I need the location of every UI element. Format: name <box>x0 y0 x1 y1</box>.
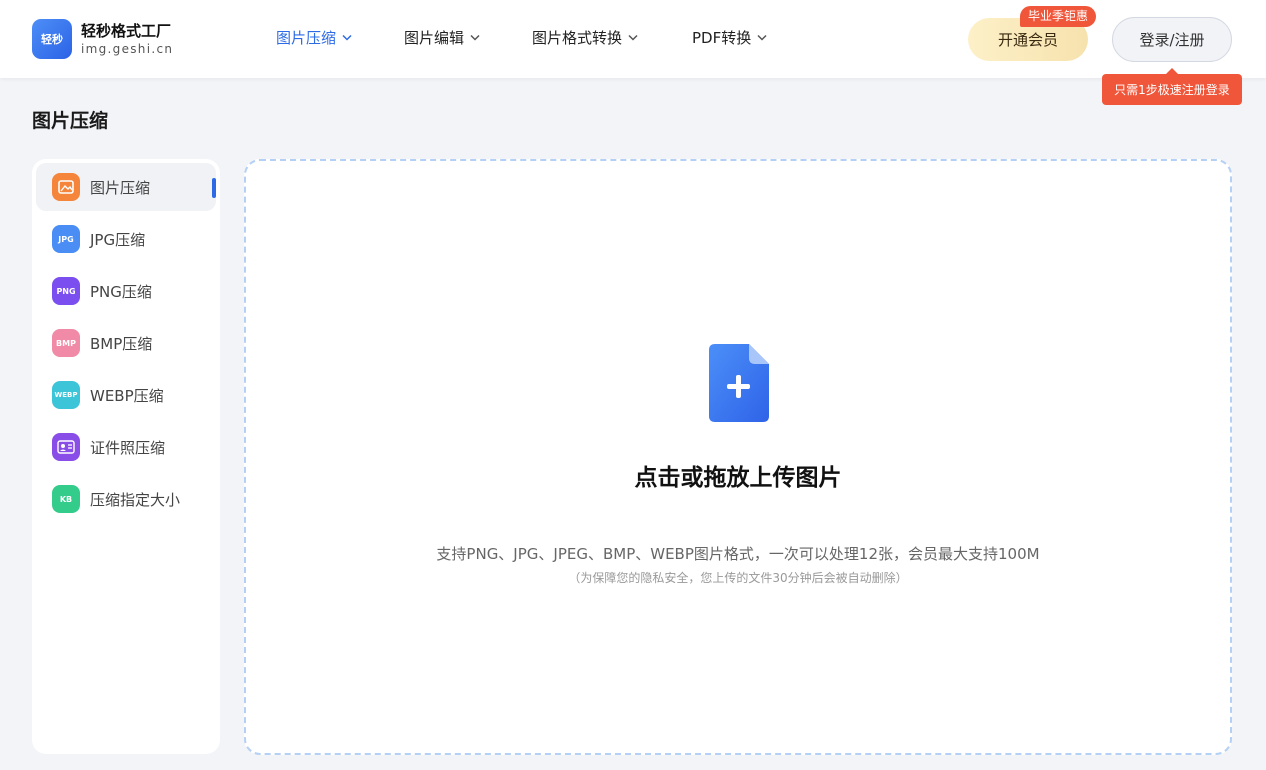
webp-compress-icon: WEBP <box>52 381 80 409</box>
nav-image-compress[interactable]: 图片压缩 <box>276 27 404 48</box>
chevron-down-icon <box>628 34 638 41</box>
sidebar-item-label: 压缩指定大小 <box>90 490 181 509</box>
promo-badge: 毕业季钜惠 <box>1020 6 1097 27</box>
sidebar-item-label: WEBP压缩 <box>90 386 164 405</box>
sidebar-item-image-compress[interactable]: 图片压缩 <box>36 163 216 211</box>
sidebar-item-webp-compress[interactable]: WEBP WEBP压缩 <box>36 371 216 419</box>
id-photo-compress-icon <box>52 433 80 461</box>
login-tooltip: 只需1步极速注册登录 <box>1102 68 1242 105</box>
chevron-down-icon <box>342 34 352 41</box>
nav-label: 图片压缩 <box>276 29 337 47</box>
nav-format-convert[interactable]: 图片格式转换 <box>532 27 692 48</box>
logo-domain: img.geshi.cn <box>81 42 174 56</box>
nav-label: 图片编辑 <box>404 29 465 47</box>
sidebar-item-id-photo-compress[interactable]: 证件照压缩 <box>36 423 216 471</box>
sidebar-item-label: 图片压缩 <box>90 178 151 197</box>
sidebar-item-label: PNG压缩 <box>90 282 152 301</box>
sidebar-item-png-compress[interactable]: PNG PNG压缩 <box>36 267 216 315</box>
site-logo[interactable]: 轻秒 轻秒格式工厂 img.geshi.cn <box>32 19 173 59</box>
upload-description: 支持PNG、JPG、JPEG、BMP、WEBP图片格式，一次可以处理12张，会员… <box>436 545 1040 563</box>
sidebar-item-jpg-compress[interactable]: JPG JPG压缩 <box>36 215 216 263</box>
logo-name: 轻秒格式工厂 <box>81 22 172 40</box>
sidebar-item-size-compress[interactable]: KB 压缩指定大小 <box>36 475 216 523</box>
nav-label: 图片格式转换 <box>532 29 623 47</box>
logo-mark: 轻秒 <box>32 19 72 59</box>
login-register-button[interactable]: 登录/注册 <box>1112 17 1232 62</box>
png-compress-icon: PNG <box>52 277 80 305</box>
upload-file-icon <box>707 342 771 428</box>
chevron-down-icon <box>470 34 480 41</box>
upload-dropzone[interactable]: 点击或拖放上传图片 支持PNG、JPG、JPEG、BMP、WEBP图片格式，一次… <box>244 159 1232 755</box>
sidebar-item-label: BMP压缩 <box>90 334 153 353</box>
page-title: 图片压缩 <box>32 110 109 132</box>
nav-image-edit[interactable]: 图片编辑 <box>404 27 532 48</box>
image-compress-icon <box>52 173 80 201</box>
size-compress-icon: KB <box>52 485 80 513</box>
upload-title: 点击或拖放上传图片 <box>634 465 842 491</box>
sidebar: 图片压缩 JPG JPG压缩 PNG PNG压缩 BMP BMP压缩 WEBP … <box>32 159 220 754</box>
main-nav: 图片压缩 图片编辑 图片格式转换 PDF转换 <box>276 27 767 48</box>
chevron-down-icon <box>757 34 767 41</box>
upload-privacy-note: （为保障您的隐私安全，您上传的文件30分钟后会被自动删除） <box>568 571 908 585</box>
nav-pdf-convert[interactable]: PDF转换 <box>692 27 767 48</box>
sidebar-item-label: JPG压缩 <box>90 230 146 249</box>
top-header: 轻秒 轻秒格式工厂 img.geshi.cn 图片压缩 图片编辑 图片格式转换 … <box>0 0 1266 78</box>
bmp-compress-icon: BMP <box>52 329 80 357</box>
sidebar-item-bmp-compress[interactable]: BMP BMP压缩 <box>36 319 216 367</box>
sidebar-item-label: 证件照压缩 <box>90 438 166 457</box>
logo-text: 轻秒格式工厂 img.geshi.cn <box>81 21 173 57</box>
nav-label: PDF转换 <box>692 29 752 47</box>
jpg-compress-icon: JPG <box>52 225 80 253</box>
